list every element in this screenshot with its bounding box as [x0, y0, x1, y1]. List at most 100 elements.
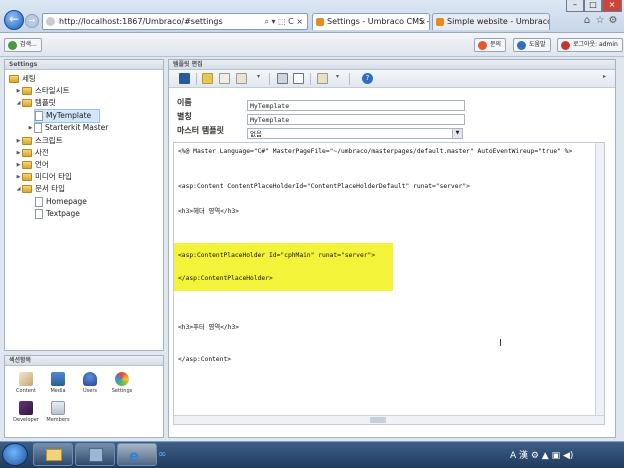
tree-item-starterkit-master[interactable]: ▶ Starterkit Master [27, 122, 108, 134]
visual-studio-icon[interactable]: ∞ [158, 449, 166, 460]
expand-arrow-icon[interactable]: ▶ [27, 122, 34, 134]
umbraco-favicon-icon [316, 18, 324, 26]
template-icon [35, 111, 43, 121]
help-button[interactable]: 도움말 [513, 38, 551, 52]
section-developer[interactable]: Developer [11, 401, 41, 423]
dropdown-arrow-icon[interactable]: ▾ [332, 73, 343, 84]
expand-arrow-icon[interactable]: ▶ [15, 159, 22, 171]
scrollbar-thumb[interactable] [370, 417, 386, 423]
search-icon [8, 41, 17, 50]
contact-label: 문의 [490, 41, 502, 48]
name-label: 이름 [177, 98, 192, 107]
favorites-icon[interactable]: ☆ [594, 15, 606, 27]
toolbar-scroll-right-icon[interactable]: ▸ [603, 73, 614, 84]
start-button[interactable] [2, 443, 28, 466]
code-editor[interactable]: <%@ Master Language="C#" MasterPageFile=… [173, 142, 605, 425]
section-content[interactable]: Content [11, 372, 41, 394]
expand-arrow-icon[interactable]: ▶ [15, 147, 22, 159]
expand-arrow-icon[interactable]: ▶ [15, 85, 22, 97]
master-template-select[interactable]: 없음 ▼ [247, 128, 463, 139]
tree-item-dictionary[interactable]: ▶ 사전 [15, 147, 49, 159]
folder-icon [9, 75, 19, 83]
address-actions[interactable]: ⌕ ▾ ⬚ C × [264, 14, 303, 29]
expand-arrow-icon[interactable]: ▶ [15, 171, 22, 183]
settings-icon [115, 372, 129, 386]
tree-item-media-types[interactable]: ▶ 미디어 타입 [15, 171, 72, 183]
help-icon[interactable]: ? [362, 73, 373, 84]
tools-icon[interactable]: ⚙ [607, 15, 619, 27]
back-button[interactable]: ← [4, 10, 24, 30]
section-members[interactable]: Members [43, 401, 73, 423]
tree-item-languages[interactable]: ▶ 언어 [15, 159, 49, 171]
template-editor-panel: 템플릿 편집 ▾ ▾ ? ▸ 이름 MyTemplate 별칭 MyTempla… [168, 59, 616, 438]
mail-icon [478, 41, 487, 50]
tab-simple-website[interactable]: Simple website - Umbraco C... [432, 13, 550, 30]
tree-item-mytemplate[interactable]: MyTemplate [34, 109, 100, 123]
tree-item-label: 세팅 [22, 74, 36, 83]
tree-item-textpage[interactable]: Textpage [35, 208, 80, 220]
logout-button[interactable]: 로그아웃: admin [557, 38, 623, 52]
section-media[interactable]: Media [43, 372, 73, 394]
section-label: Users [82, 388, 97, 394]
tree-item-settings-root[interactable]: 세팅 [9, 73, 36, 85]
insert-dictionary-icon[interactable] [236, 73, 247, 84]
insert-field-icon[interactable] [202, 73, 213, 84]
close-window-button[interactable]: × [602, 0, 622, 12]
content-area-icon[interactable] [293, 73, 304, 84]
template-icon [34, 123, 42, 133]
vertical-scrollbar[interactable] [595, 143, 604, 416]
section-settings[interactable]: Settings [107, 372, 137, 394]
folder-icon [22, 185, 32, 193]
server-icon [89, 448, 103, 462]
insert-macro-icon[interactable] [219, 73, 230, 84]
system-tray[interactable]: A 漢 ⚙ ▲ ▣ ◀) [510, 448, 573, 461]
tree-item-document-types[interactable]: ◢ 문서 타입 [15, 183, 65, 195]
expand-arrow-icon[interactable]: ▶ [15, 135, 22, 147]
search-button[interactable]: 검색... [4, 38, 42, 52]
tree-item-label: Homepage [46, 197, 87, 206]
chevron-down-icon[interactable]: ▼ [452, 129, 462, 138]
horizontal-scrollbar[interactable] [174, 415, 604, 424]
code-line: <%@ Master Language="C#" MasterPageFile=… [178, 148, 573, 155]
logout-icon [561, 41, 570, 50]
document-type-icon [35, 197, 43, 207]
tree-item-scripts[interactable]: ▶ 스크립트 [15, 135, 63, 147]
address-bar[interactable]: http://localhost:1867/Umbraco/#settings … [42, 13, 308, 30]
tree-item-stylesheets[interactable]: ▶ 스타일시트 [15, 85, 70, 97]
name-input[interactable]: MyTemplate [247, 100, 465, 111]
maximize-button[interactable]: □ [584, 0, 602, 12]
code-line: </asp:Content> [178, 356, 232, 363]
collapse-arrow-icon[interactable]: ◢ [15, 97, 22, 109]
explorer-taskbar-button[interactable] [33, 443, 73, 466]
minimize-button[interactable]: – [566, 0, 584, 12]
forward-button[interactable]: → [25, 14, 39, 28]
tree-title: Settings [5, 60, 163, 70]
tab-close-icon[interactable]: × [419, 14, 426, 30]
tree-item-label: 문서 타입 [35, 184, 65, 193]
server-taskbar-button[interactable] [75, 443, 115, 466]
address-text: http://localhost:1867/Umbraco/#settings [59, 17, 223, 26]
tab-settings[interactable]: Settings - Umbraco CMS -... × [312, 13, 430, 30]
users-icon [83, 372, 97, 386]
tree-item-homepage[interactable]: Homepage [35, 196, 87, 208]
folder-icon [22, 99, 32, 107]
home-icon[interactable]: ⌂ [581, 15, 593, 27]
ie-taskbar-button[interactable]: e [117, 443, 157, 466]
sections-title: 섹션항목 [5, 356, 163, 366]
tree-item-templates[interactable]: ◢ 템플릿 [15, 97, 56, 109]
tree-item-label: Starterkit Master [45, 123, 109, 132]
content-icon [19, 372, 33, 386]
snippet-icon[interactable] [317, 73, 328, 84]
placeholder-icon[interactable] [277, 73, 288, 84]
save-icon[interactable] [179, 73, 190, 84]
umbraco-favicon-icon [436, 18, 444, 26]
section-users[interactable]: Users [75, 372, 105, 394]
dropdown-arrow-icon[interactable]: ▾ [253, 73, 264, 84]
alias-input[interactable]: MyTemplate [247, 114, 465, 125]
collapse-arrow-icon[interactable]: ◢ [15, 183, 22, 195]
logout-label: 로그아웃: admin [573, 41, 618, 48]
tree-item-label: MyTemplate [46, 111, 92, 120]
sections-panel: 섹션항목 Content Media Users Settings Develo… [4, 355, 164, 438]
code-line: <h3>헤더 영역</h3> [178, 208, 240, 215]
contact-button[interactable]: 문의 [474, 38, 507, 52]
